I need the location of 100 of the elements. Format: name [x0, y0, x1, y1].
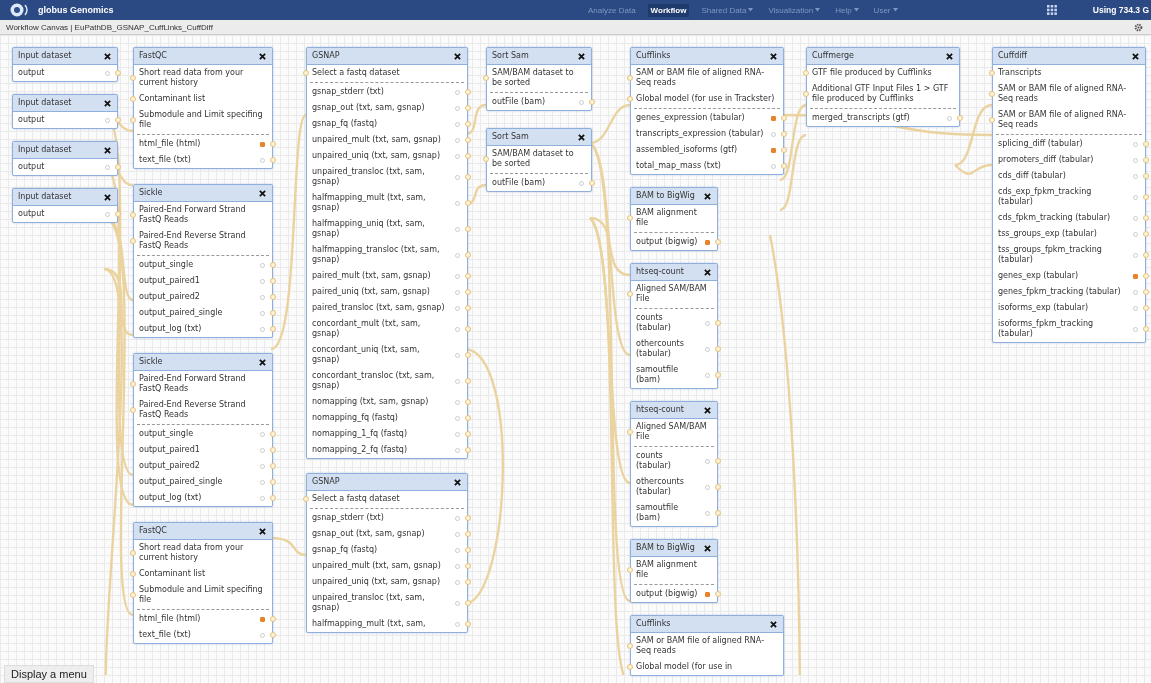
node-header[interactable]: Cufflinks: [631, 616, 783, 633]
output-terminal[interactable]: [465, 326, 471, 332]
workflow-output-toggle[interactable]: [771, 147, 776, 153]
output-terminal[interactable]: [465, 515, 471, 521]
close-icon[interactable]: [104, 193, 111, 201]
input-terminal[interactable]: [130, 381, 136, 387]
workflow-output-toggle[interactable]: [771, 163, 776, 169]
workflow-output-toggle[interactable]: [455, 515, 460, 521]
workflow-output-toggle[interactable]: [705, 346, 710, 352]
node-header[interactable]: htseq-count: [631, 264, 717, 281]
workflow-output-toggle[interactable]: [260, 262, 265, 268]
output-terminal[interactable]: [270, 278, 276, 284]
tool-node[interactable]: FastQC Short read data from your current history Contaminant list Submodule and Limit specifing file html_file (html) text_file (txt): [133, 47, 273, 169]
node-header[interactable]: htseq-count: [631, 402, 717, 419]
workflow-output-toggle[interactable]: [455, 305, 460, 311]
node-header[interactable]: FastQC: [134, 48, 272, 65]
close-icon[interactable]: [259, 358, 266, 366]
close-icon[interactable]: [770, 620, 777, 628]
workflow-output-toggle[interactable]: [455, 547, 460, 553]
node-header[interactable]: Input dataset: [13, 189, 117, 206]
close-icon[interactable]: [1132, 52, 1139, 60]
output-terminal[interactable]: [465, 621, 471, 627]
workflow-output-toggle[interactable]: [455, 563, 460, 569]
tool-node[interactable]: Input dataset output: [12, 47, 118, 82]
tool-node[interactable]: Input dataset output: [12, 141, 118, 176]
workflow-output-toggle[interactable]: [705, 239, 710, 245]
workflow-output-toggle[interactable]: [1133, 305, 1138, 311]
workflow-output-toggle[interactable]: [260, 326, 265, 332]
close-icon[interactable]: [578, 133, 585, 141]
tool-node[interactable]: BAM to BigWig BAM alignment file output (bigwig): [630, 187, 718, 251]
node-header[interactable]: Input dataset: [13, 95, 117, 112]
workflow-output-toggle[interactable]: [455, 447, 460, 453]
workflow-output-toggle[interactable]: [455, 600, 460, 606]
workflow-output-toggle[interactable]: [771, 115, 776, 121]
output-terminal[interactable]: [115, 117, 121, 123]
output-terminal[interactable]: [465, 447, 471, 453]
input-terminal[interactable]: [130, 238, 136, 244]
settings-icon[interactable]: [1134, 22, 1143, 32]
close-icon[interactable]: [704, 192, 711, 200]
output-terminal[interactable]: [465, 273, 471, 279]
node-header[interactable]: Input dataset: [13, 142, 117, 159]
input-terminal[interactable]: [483, 75, 489, 81]
input-terminal[interactable]: [627, 291, 633, 297]
output-terminal[interactable]: [465, 431, 471, 437]
node-header[interactable]: Sort Sam: [487, 129, 591, 146]
workflow-output-toggle[interactable]: [1133, 141, 1138, 147]
workflow-output-toggle[interactable]: [455, 252, 460, 258]
workflow-output-toggle[interactable]: [455, 273, 460, 279]
output-terminal[interactable]: [781, 147, 787, 153]
output-terminal[interactable]: [589, 99, 595, 105]
workflow-output-toggle[interactable]: [579, 180, 584, 186]
output-terminal[interactable]: [465, 252, 471, 258]
workflow-output-toggle[interactable]: [455, 352, 460, 358]
close-icon[interactable]: [704, 406, 711, 414]
node-header[interactable]: Sickle: [134, 185, 272, 202]
close-icon[interactable]: [104, 99, 111, 107]
workflow-output-toggle[interactable]: [260, 495, 265, 501]
output-terminal[interactable]: [1143, 305, 1149, 311]
input-terminal[interactable]: [627, 215, 633, 221]
input-terminal[interactable]: [627, 96, 633, 102]
input-terminal[interactable]: [989, 117, 995, 123]
output-terminal[interactable]: [270, 447, 276, 453]
workflow-output-toggle[interactable]: [1133, 273, 1138, 279]
output-terminal[interactable]: [715, 591, 721, 597]
output-terminal[interactable]: [270, 431, 276, 437]
tool-node[interactable]: BAM to BigWig BAM alignment file output (bigwig): [630, 539, 718, 603]
input-terminal[interactable]: [627, 567, 633, 573]
output-terminal[interactable]: [781, 163, 787, 169]
input-terminal[interactable]: [627, 429, 633, 435]
close-icon[interactable]: [704, 268, 711, 276]
output-terminal[interactable]: [270, 632, 276, 638]
workflow-output-toggle[interactable]: [705, 458, 710, 464]
output-terminal[interactable]: [115, 211, 121, 217]
output-terminal[interactable]: [1143, 141, 1149, 147]
close-icon[interactable]: [704, 544, 711, 552]
workflow-output-toggle[interactable]: [260, 141, 265, 147]
input-terminal[interactable]: [303, 496, 309, 502]
input-terminal[interactable]: [303, 70, 309, 76]
output-terminal[interactable]: [1143, 157, 1149, 163]
close-icon[interactable]: [454, 478, 461, 486]
output-terminal[interactable]: [715, 346, 721, 352]
tool-node[interactable]: [306, 47, 468, 459]
output-terminal[interactable]: [465, 289, 471, 295]
node-header[interactable]: Sickle: [134, 354, 272, 371]
workflow-output-toggle[interactable]: [455, 579, 460, 585]
output-terminal[interactable]: [715, 320, 721, 326]
workflow-output-toggle[interactable]: [705, 510, 710, 516]
workflow-output-toggle[interactable]: [260, 463, 265, 469]
tool-node[interactable]: htseq-count Aligned SAM/BAM File counts (tabular) othercounts (tabular) samoutfile (bam): [630, 401, 718, 527]
workflow-output-toggle[interactable]: [260, 616, 265, 622]
tool-node[interactable]: FastQC Short read data from your current history Contaminant list Submodule and Limit specifing file html_file (html) text_file (txt): [133, 522, 273, 644]
workflow-output-toggle[interactable]: [455, 153, 460, 159]
tool-node[interactable]: [992, 47, 1146, 343]
tool-node[interactable]: Sort Sam SAM/BAM dataset to be sorted outFile (bam): [486, 47, 592, 111]
output-terminal[interactable]: [465, 600, 471, 606]
output-terminal[interactable]: [465, 105, 471, 111]
workflow-output-toggle[interactable]: [455, 89, 460, 95]
node-header[interactable]: Cufflinks: [631, 48, 783, 65]
workflow-output-toggle[interactable]: [455, 531, 460, 537]
workflow-output-toggle[interactable]: [260, 479, 265, 485]
